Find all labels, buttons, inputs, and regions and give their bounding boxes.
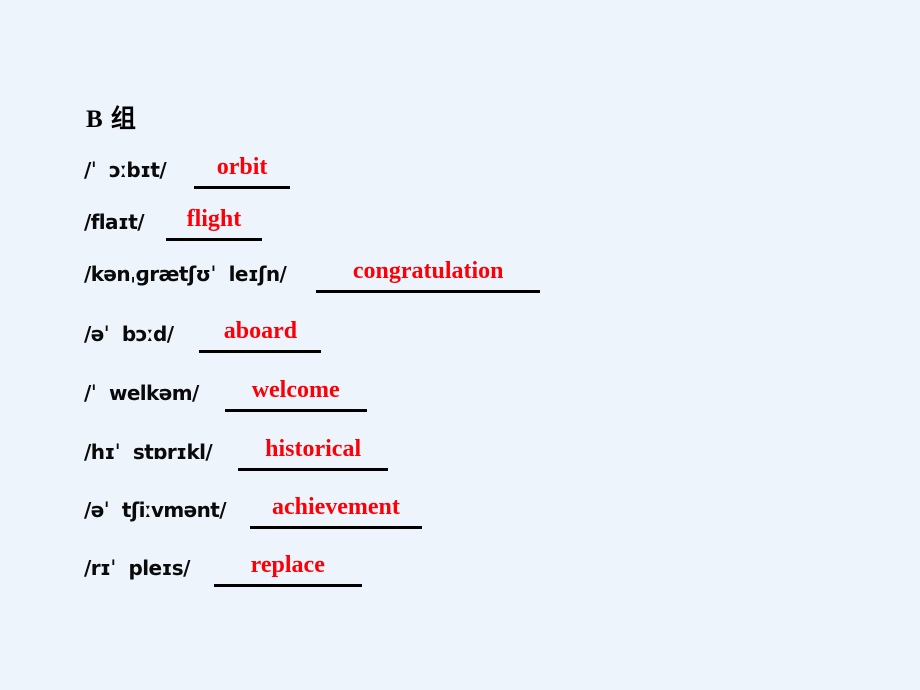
answer-text: flight [186,206,242,232]
answer-text: aboard [223,318,298,344]
answer-text: historical [265,436,362,462]
vocabulary-entry: /əˈ bɔːd/ aboard [84,318,322,354]
ipa-transcription: /ˈ welkəm/ [84,381,199,405]
section-heading: B 组 [86,106,137,133]
answer-blank[interactable]: congratulation [316,258,541,294]
vocabulary-entry: /hɪˈ stɒrɪkl/ historical [84,436,389,472]
vocabulary-entry: /kənˌɡrætʃʊˈ leɪʃn/ congratulation [84,258,541,294]
slide-canvas: B 组 /ˈ ɔːbɪt/ orbit /flaɪt/ flight /kənˌ… [0,0,920,690]
answer-blank[interactable]: flight [165,206,262,242]
answer-text: orbit [216,154,268,180]
answer-text: welcome [251,377,340,403]
ipa-transcription: /kənˌɡrætʃʊˈ leɪʃn/ [84,262,287,286]
ipa-transcription: /rɪˈ pleɪs/ [84,556,190,580]
vocabulary-entry: /ˈ ɔːbɪt/ orbit [84,154,291,190]
answer-blank[interactable]: orbit [194,154,291,190]
vocabulary-entry: /flaɪt/ flight [84,206,262,242]
ipa-transcription: /əˈ tʃiːvmənt/ [84,498,227,522]
answer-blank[interactable]: welcome [224,377,367,413]
answer-blank[interactable]: historical [238,436,389,472]
answer-blank[interactable]: replace [213,552,362,588]
vocabulary-entry: /ˈ welkəm/ welcome [84,377,367,413]
answer-text: achievement [271,494,400,520]
ipa-transcription: /ˈ ɔːbɪt/ [84,158,167,182]
ipa-transcription: /hɪˈ stɒrɪkl/ [84,440,213,464]
answer-text: replace [250,552,325,578]
answer-text: congratulation [352,258,504,284]
answer-blank[interactable]: aboard [199,318,322,354]
ipa-transcription: /əˈ bɔːd/ [84,322,174,346]
vocabulary-entry: /əˈ tʃiːvmənt/ achievement [84,494,422,530]
ipa-transcription: /flaɪt/ [84,210,145,234]
vocabulary-entry: /rɪˈ pleɪs/ replace [84,552,362,588]
answer-blank[interactable]: achievement [249,494,422,530]
